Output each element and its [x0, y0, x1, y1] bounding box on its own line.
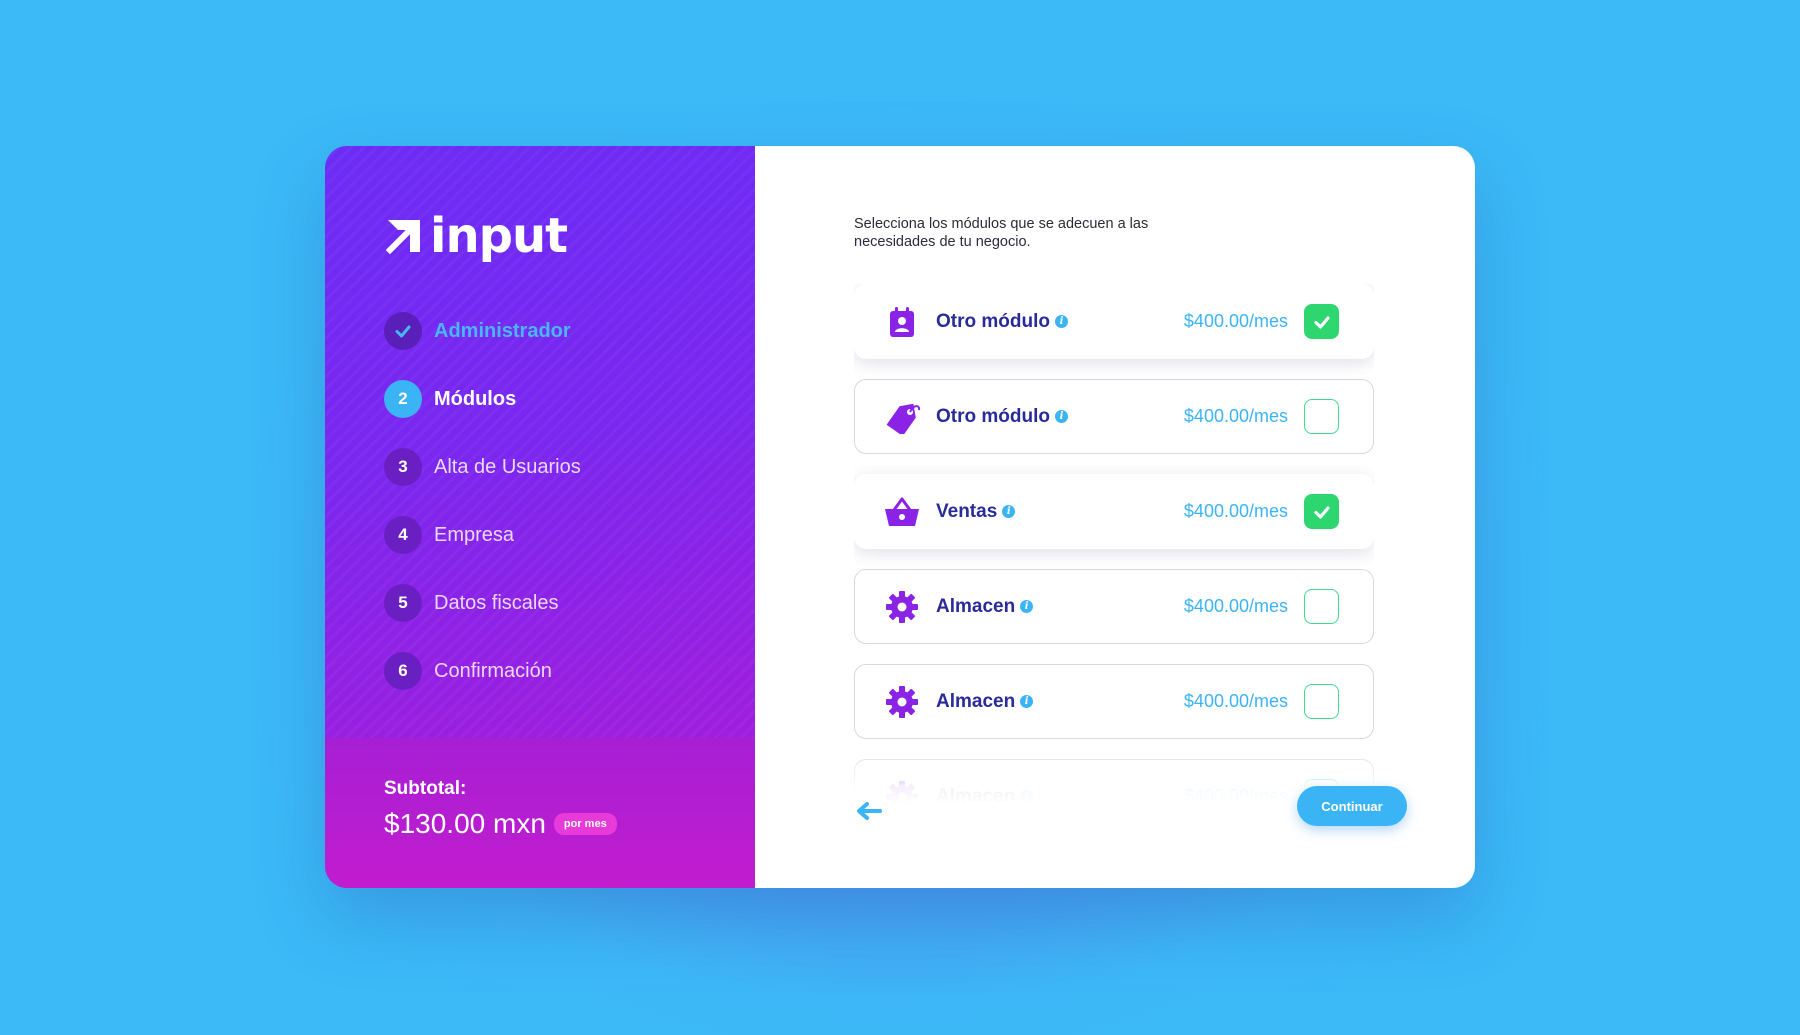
module-price: $400.00/mes	[1183, 596, 1288, 616]
wizard-steps: Administrador 2 Módulos 3 Alta de Usuari…	[384, 312, 581, 720]
subtotal-amount: $130.00 mxn	[384, 808, 546, 839]
gear-icon	[883, 778, 921, 804]
module-name: Otro módulo	[936, 310, 1050, 332]
step-label: Administrador	[434, 319, 571, 342]
module-price: $400.00/mes	[1183, 786, 1288, 804]
step-confirmacion[interactable]: 6 Confirmación	[384, 652, 581, 690]
step-alta-usuarios[interactable]: 3 Alta de Usuarios	[384, 448, 581, 486]
subtotal-panel: Subtotal: $130.00 mxn por mes	[325, 738, 755, 888]
gear-icon	[883, 683, 921, 721]
step-completed-badge	[384, 312, 422, 350]
logo-arrow-icon	[385, 220, 420, 255]
back-arrow-icon[interactable]	[854, 796, 884, 826]
info-icon[interactable]: i	[1020, 600, 1034, 613]
check-icon	[395, 325, 411, 338]
gear-icon	[883, 588, 921, 626]
shopping-basket-icon	[883, 493, 921, 531]
module-name: Ventas	[936, 500, 998, 522]
module-price: $400.00/mes	[1183, 691, 1288, 711]
module-name: Almacen	[936, 595, 1016, 617]
brand-name: input	[430, 208, 568, 264]
module-checkbox[interactable]	[1304, 304, 1339, 339]
contact-book-icon	[883, 303, 921, 341]
module-name: Otro módulo	[936, 405, 1050, 427]
module-name: Almacen	[936, 690, 1016, 712]
intro-text: Selecciona los módulos que se adecuen a …	[854, 216, 1149, 250]
module-card[interactable]: Almacen i $400.00/mes	[854, 664, 1374, 739]
module-card[interactable]: Almacen i $400.00/mes	[854, 759, 1374, 804]
period-badge: por mes	[553, 813, 617, 835]
step-number: 4	[384, 516, 422, 554]
info-icon[interactable]: i	[1020, 790, 1034, 803]
continue-button[interactable]: Continuar	[1297, 786, 1407, 826]
info-icon[interactable]: i	[1054, 410, 1068, 423]
price-tag-icon	[883, 398, 921, 436]
module-checkbox[interactable]	[1304, 684, 1339, 719]
check-icon	[1313, 505, 1330, 519]
module-checkbox[interactable]	[1304, 494, 1339, 529]
step-number: 3	[384, 448, 422, 486]
module-card[interactable]: Ventas i $400.00/mes	[854, 474, 1374, 549]
signup-wizard-card: input Administrador 2 Módulos 3 Alta de …	[325, 146, 1475, 888]
module-card[interactable]: Almacen i $400.00/mes	[854, 569, 1374, 644]
module-price: $400.00/mes	[1183, 311, 1288, 331]
wizard-sidebar: input Administrador 2 Módulos 3 Alta de …	[325, 146, 755, 888]
module-price: $400.00/mes	[1183, 501, 1288, 521]
info-icon[interactable]: i	[1002, 505, 1016, 518]
step-number: 6	[384, 652, 422, 690]
module-card[interactable]: Otro módulo i $400.00/mes	[854, 379, 1374, 454]
info-icon[interactable]: i	[1054, 315, 1068, 328]
modules-panel: Selecciona los módulos que se adecuen a …	[755, 146, 1475, 888]
brand-logo: input	[384, 208, 568, 264]
step-datos-fiscales[interactable]: 5 Datos fiscales	[384, 584, 581, 622]
step-number: 2	[384, 380, 422, 418]
info-icon[interactable]: i	[1020, 695, 1034, 708]
step-number: 5	[384, 584, 422, 622]
step-administrador[interactable]: Administrador	[384, 312, 581, 350]
step-label: Empresa	[434, 523, 515, 546]
module-card[interactable]: Otro módulo i $400.00/mes	[854, 284, 1374, 359]
check-icon	[1313, 315, 1330, 329]
step-label: Confirmación	[434, 659, 552, 682]
module-checkbox[interactable]	[1304, 399, 1339, 434]
step-empresa[interactable]: 4 Empresa	[384, 516, 581, 554]
module-checkbox[interactable]	[1304, 589, 1339, 624]
step-label: Datos fiscales	[434, 591, 559, 614]
step-label: Módulos	[434, 387, 517, 410]
subtotal-title: Subtotal:	[384, 778, 467, 799]
module-list[interactable]: Otro módulo i $400.00/mes Otro módulo i …	[854, 284, 1374, 804]
step-label: Alta de Usuarios	[434, 455, 581, 478]
module-price: $400.00/mes	[1183, 406, 1288, 426]
step-modulos[interactable]: 2 Módulos	[384, 380, 581, 418]
module-name: Almacen	[936, 785, 1016, 805]
